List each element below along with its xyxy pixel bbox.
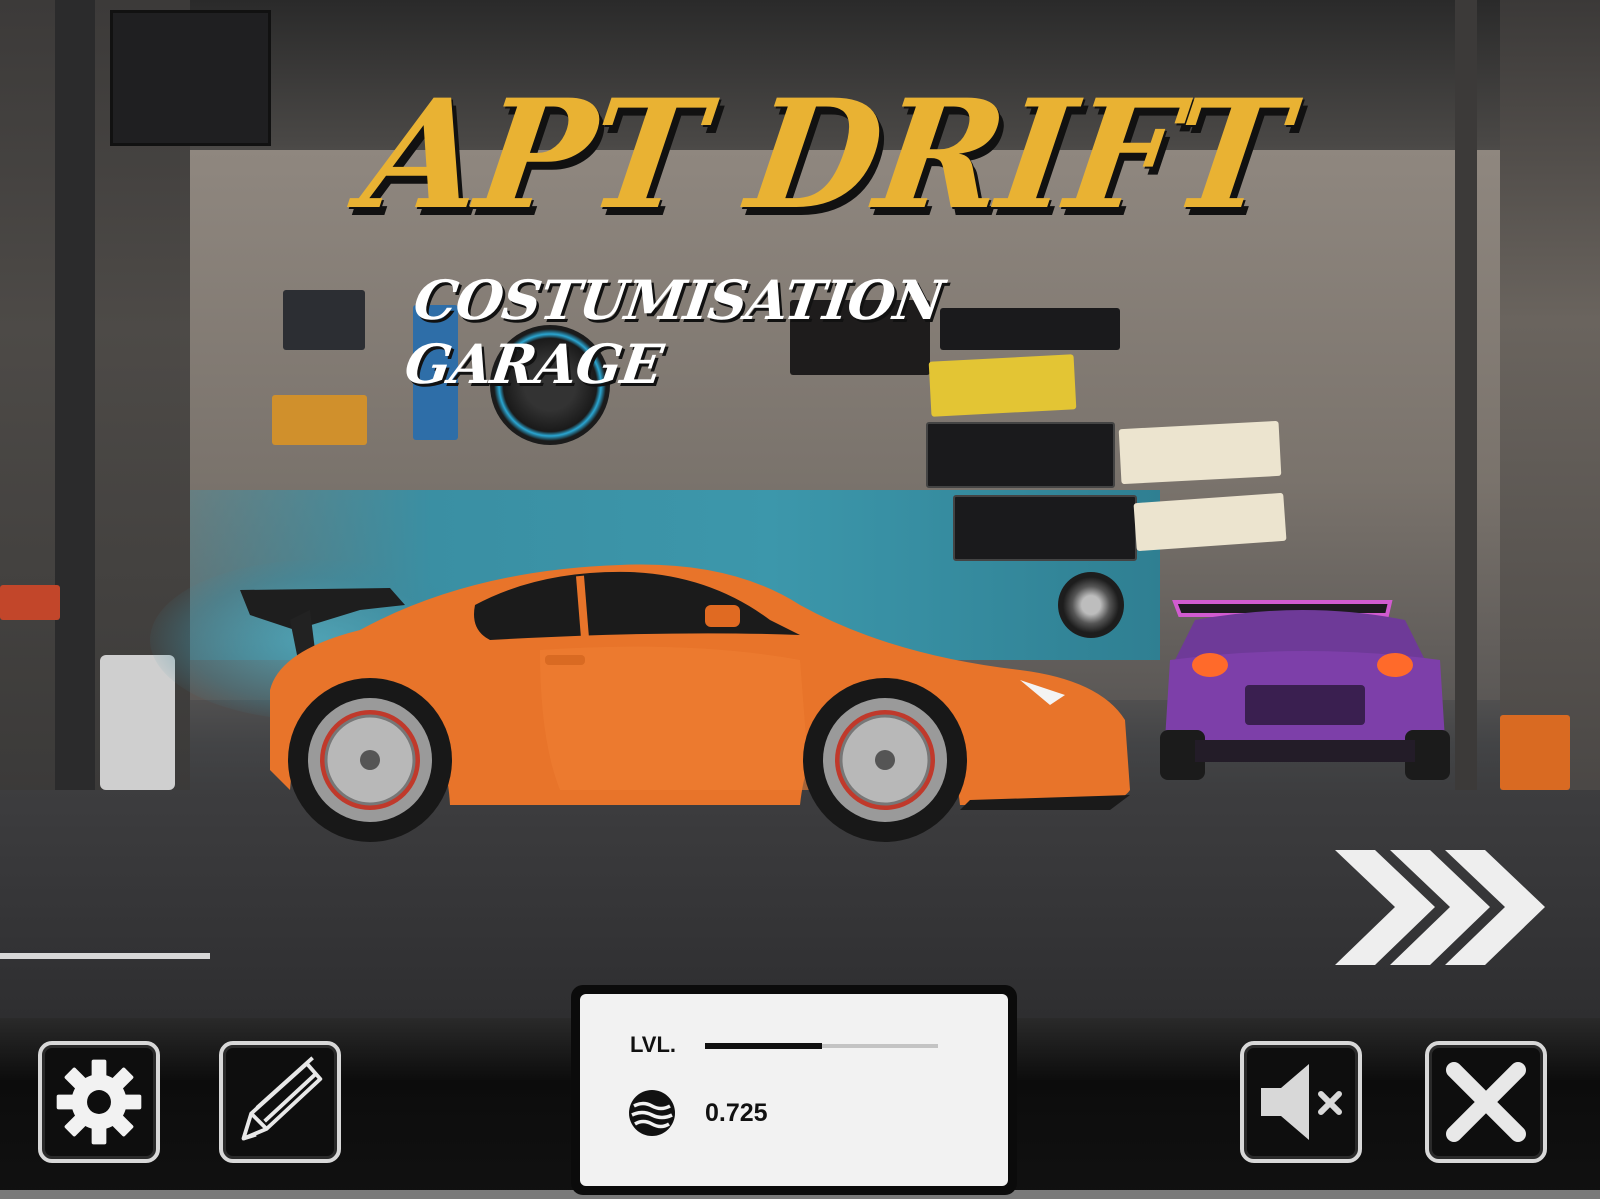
gear-icon bbox=[56, 1059, 142, 1145]
chevrons-right-icon bbox=[1335, 850, 1545, 965]
garage-pillar bbox=[1455, 0, 1477, 790]
coins-value: 0.725 bbox=[705, 1099, 768, 1127]
coin-icon bbox=[629, 1090, 675, 1136]
stats-panel: LVL. 0.725 bbox=[580, 994, 1008, 1186]
level-progress-fill bbox=[705, 1043, 822, 1049]
white-barrel bbox=[100, 655, 175, 790]
pencil-icon bbox=[241, 1056, 323, 1141]
game-title: APT DRIFT bbox=[353, 67, 1297, 243]
settings-button[interactable] bbox=[38, 1041, 160, 1163]
wall-arrow-sign bbox=[926, 422, 1115, 488]
close-icon bbox=[1446, 1062, 1526, 1142]
speaker-muted-icon bbox=[1261, 1064, 1342, 1140]
edit-button[interactable] bbox=[219, 1041, 341, 1163]
mute-button[interactable] bbox=[1240, 1041, 1362, 1163]
wall-arrow-sign bbox=[953, 495, 1137, 561]
garage-right-wall bbox=[1500, 0, 1600, 800]
orange-bucket bbox=[1500, 715, 1570, 790]
floor-marking bbox=[0, 953, 210, 959]
level-label: LVL. bbox=[630, 1032, 677, 1057]
wall-poster bbox=[272, 395, 367, 445]
game-screen: APT DRIFT COSTUMISATION GARAGE LVL. 0.72… bbox=[0, 0, 1600, 1199]
next-button[interactable] bbox=[1335, 850, 1550, 965]
close-button[interactable] bbox=[1425, 1041, 1547, 1163]
game-subtitle: COSTUMISATION GARAGE bbox=[401, 268, 948, 396]
wall-vent bbox=[110, 10, 271, 146]
wall-note bbox=[1118, 420, 1282, 485]
red-toolbox bbox=[0, 585, 60, 620]
orange-car[interactable] bbox=[240, 560, 1160, 860]
purple-car bbox=[1160, 600, 1450, 780]
garage-pillar bbox=[55, 0, 95, 790]
level-progress-bar bbox=[705, 1043, 938, 1049]
wall-poster bbox=[283, 290, 365, 350]
